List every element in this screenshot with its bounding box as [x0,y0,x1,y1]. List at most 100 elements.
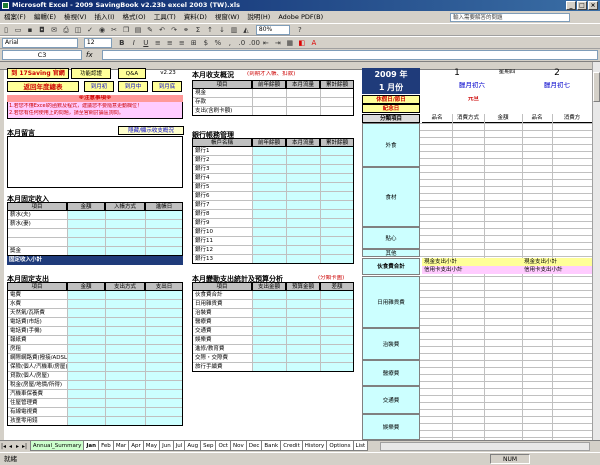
fixed-expense-cell[interactable] [67,363,105,372]
fixed-expense-cell[interactable] [105,354,145,363]
fixed-expense-cell[interactable] [145,318,183,327]
menu-insert[interactable]: 插入(I) [91,11,119,23]
goto-month-mid-button[interactable]: 到月中 [118,81,148,92]
fixed-expense-cell[interactable] [145,345,183,354]
variable-expense-cell[interactable] [252,345,286,354]
fill-color-icon[interactable]: ◧ [297,38,307,48]
research-icon[interactable]: ◉ [97,25,107,35]
bank-cell[interactable] [286,219,320,228]
sheet-tab-mar[interactable]: Mar [112,441,130,451]
variable-expense-cell[interactable] [286,354,320,363]
next-sheet-icon[interactable]: ▸ [14,441,21,452]
fixed-expense-cell[interactable] [105,318,145,327]
borders-icon[interactable]: ▦ [285,38,295,48]
official-site-button[interactable]: 到 17Saving 官網 [7,68,69,79]
toggle-overview-button[interactable]: 隱藏/顯示收支概況 [118,126,184,135]
sheet-tab-apr[interactable]: Apr [128,441,144,451]
maximize-button[interactable]: □ [577,1,587,10]
sheet-tab-may[interactable]: May [142,441,161,451]
fixed-income-cell[interactable] [67,211,105,220]
bank-cell[interactable] [286,174,320,183]
decrease-decimal-icon[interactable]: .00 [249,38,260,48]
align-left-icon[interactable]: ≡ [153,38,163,48]
variable-expense-cell[interactable] [252,291,286,300]
sheet-tab-nov[interactable]: Nov [229,441,247,451]
menu-window[interactable]: 視窗(W) [211,11,244,23]
fixed-income-cell[interactable] [145,238,183,247]
fixed-expense-cell[interactable] [145,390,183,399]
fixed-expense-cell[interactable] [67,327,105,336]
variable-expense-cell[interactable] [286,318,320,327]
overview-cell[interactable] [252,107,286,116]
overview-cell[interactable] [286,107,320,116]
bank-cell[interactable] [286,255,320,264]
fixed-expense-cell[interactable] [67,399,105,408]
variable-expense-cell[interactable] [320,336,354,345]
bank-cell[interactable] [286,228,320,237]
fixed-expense-cell[interactable] [145,372,183,381]
fx-icon[interactable]: fx [86,50,100,60]
chart-icon[interactable]: ▥ [229,25,239,35]
bank-cell[interactable] [286,210,320,219]
fixed-expense-cell[interactable] [145,408,183,417]
bank-cell[interactable] [252,183,286,192]
variable-expense-cell[interactable] [320,291,354,300]
bank-cell[interactable] [320,165,354,174]
fixed-income-cell[interactable] [105,220,145,229]
bank-cell[interactable] [252,147,286,156]
sheet-tab-oct[interactable]: Oct [215,441,231,451]
vertical-scrollbar[interactable] [592,62,600,440]
bank-cell[interactable] [252,246,286,255]
fixed-expense-cell[interactable] [105,408,145,417]
sheet-tab-sep[interactable]: Sep [200,441,217,451]
variable-expense-cell[interactable] [286,336,320,345]
variable-expense-cell[interactable] [252,318,286,327]
fixed-expense-cell[interactable] [145,300,183,309]
sort-asc-icon[interactable]: ↑ [205,25,215,35]
menu-file[interactable]: 檔案(F) [0,11,30,23]
overview-cell[interactable] [286,89,320,98]
worksheet-grid[interactable]: 到 17Saving 官網 功能認證 Q&A v2.23 返回年度總表 到月初 … [0,62,592,440]
fixed-expense-cell[interactable] [67,417,105,426]
font-name-select[interactable]: Arial [2,38,78,48]
fixed-expense-cell[interactable] [105,336,145,345]
new-icon[interactable]: ▯ [1,25,11,35]
variable-expense-cell[interactable] [252,336,286,345]
bank-cell[interactable] [252,228,286,237]
bank-cell[interactable] [286,192,320,201]
return-annual-button[interactable]: 返回年度總表 [7,81,79,92]
fixed-income-cell[interactable] [67,229,105,238]
spelling-icon[interactable]: ✓ [85,25,95,35]
sheet-tab-feb[interactable]: Feb [98,441,114,451]
bank-cell[interactable] [286,201,320,210]
fixed-income-cell[interactable] [105,238,145,247]
overview-cell[interactable] [252,98,286,107]
format-painter-icon[interactable]: ✎ [145,25,155,35]
bank-cell[interactable] [320,201,354,210]
sheet-tab-jan[interactable]: Jan [83,441,100,451]
fixed-expense-cell[interactable] [105,381,145,390]
horizontal-scrollbar[interactable] [380,442,590,451]
bank-cell[interactable] [320,246,354,255]
variable-expense-cell[interactable] [320,300,354,309]
italic-icon[interactable]: I [129,38,139,48]
bold-icon[interactable]: B [117,38,127,48]
variable-expense-cell[interactable] [320,318,354,327]
decrease-indent-icon[interactable]: ⇤ [261,38,271,48]
menu-format[interactable]: 格式(O) [119,11,150,23]
help-search-input[interactable]: 輸入需要解答的問題 [450,13,570,22]
first-sheet-icon[interactable]: |◂ [0,441,7,452]
save-icon[interactable]: ▪ [25,25,35,35]
bank-cell[interactable] [252,237,286,246]
bank-cell[interactable] [320,156,354,165]
cut-icon[interactable]: ✂ [109,25,119,35]
fixed-income-cell[interactable] [105,211,145,220]
hyperlink-icon[interactable]: ⚭ [181,25,191,35]
fixed-expense-cell[interactable] [145,336,183,345]
email-icon[interactable]: ✉ [49,25,59,35]
autosum-icon[interactable]: Σ [193,25,203,35]
variable-expense-cell[interactable] [286,300,320,309]
fixed-income-cell[interactable] [67,238,105,247]
function-auth-button[interactable]: 功能認證 [71,68,111,79]
fixed-expense-cell[interactable] [145,354,183,363]
